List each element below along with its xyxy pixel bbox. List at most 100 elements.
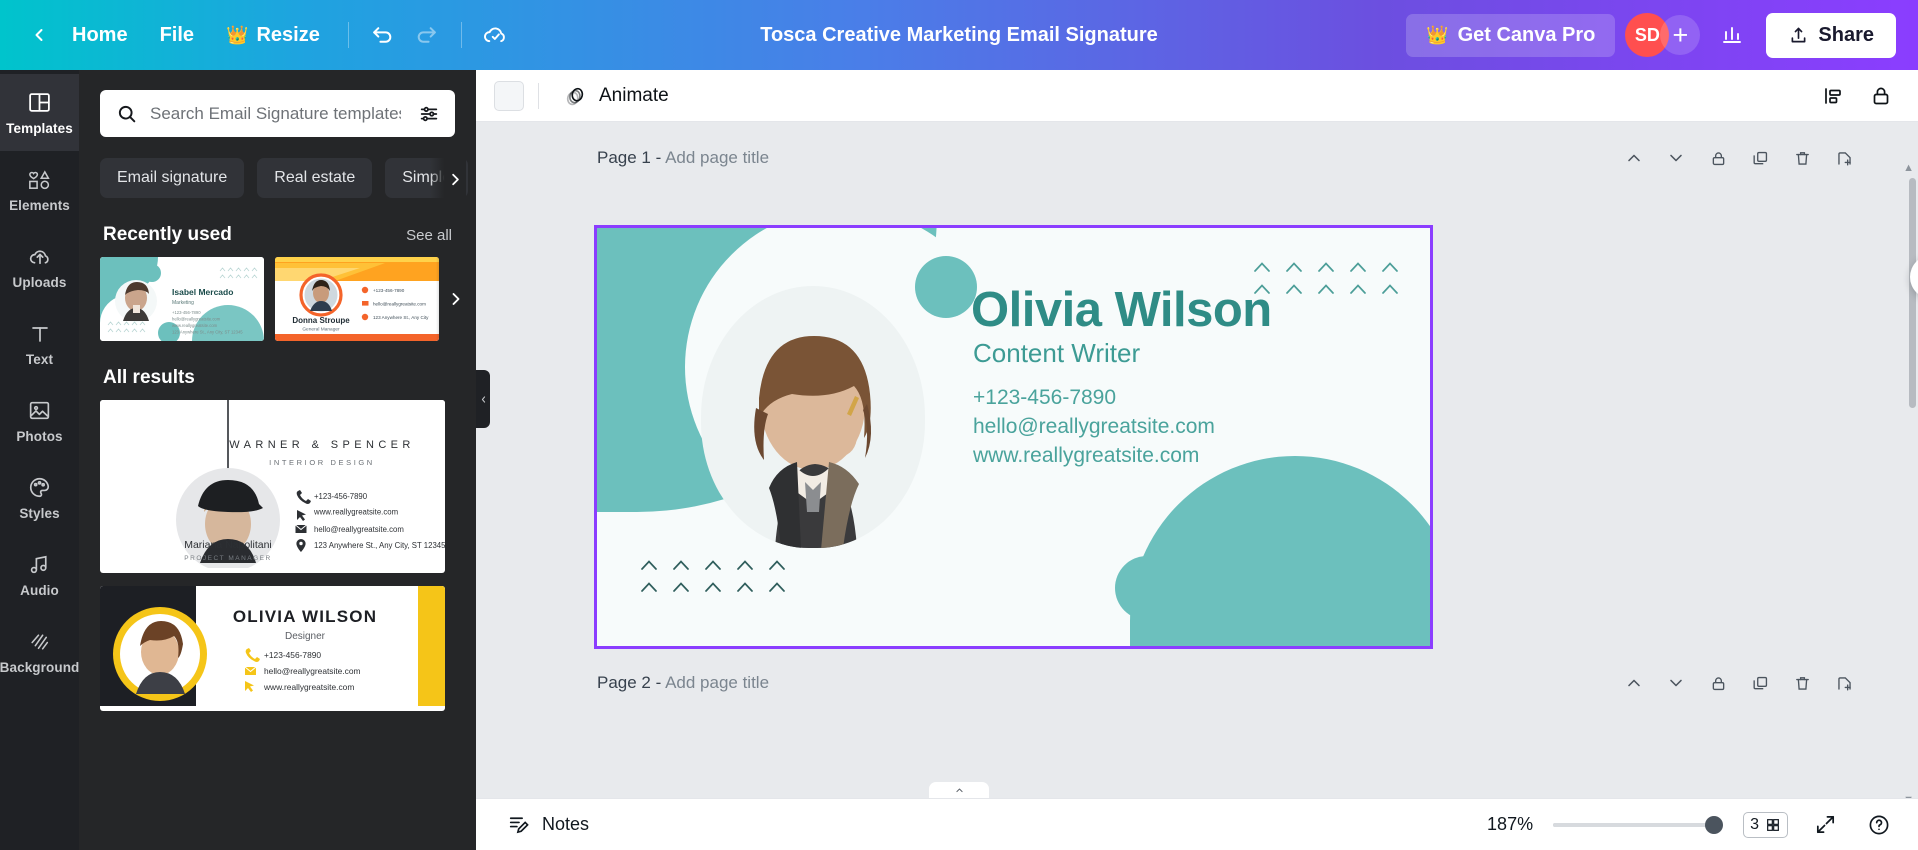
move-page-up-button[interactable] [1621,145,1647,171]
svg-text:hello@reallygreatsite.com: hello@reallygreatsite.com [264,666,361,676]
recent-template-2[interactable]: Donna Stroupe General Manager +123-456-7… [275,257,439,341]
zoom-level-value[interactable]: 187% [1471,814,1533,835]
zoom-slider-knob[interactable] [1705,815,1724,834]
canvas-scroll-area[interactable]: Page 1 - Add page title Olivia Wilson Co… [476,122,1918,850]
notes-button[interactable]: Notes [498,806,597,843]
filter-chips-row: Email signature Real estate Simple [79,137,476,198]
home-menu[interactable]: Home [56,17,144,54]
see-all-link[interactable]: See all [406,227,452,244]
cloud-save-status[interactable] [474,13,518,57]
chips-next-button[interactable] [430,158,466,198]
position-button[interactable] [1814,77,1852,115]
bar-chart-icon [1723,27,1742,43]
add-collaborator-button[interactable]: + [1660,15,1701,55]
help-button[interactable] [1862,808,1896,842]
sidebar-item-styles[interactable]: Styles [0,459,79,536]
chevron-up-icon [1350,284,1366,294]
search-input[interactable] [150,103,401,124]
delete-page-button[interactable] [1789,670,1815,696]
top-toolbar: Home File 👑 Resize Tosca Creative Market… [0,0,1918,70]
add-page-button[interactable] [1831,670,1857,696]
bottom-panel-collapse-tab[interactable] [929,782,989,798]
duplicate-page-button[interactable] [1747,145,1773,171]
move-page-down-button[interactable] [1663,670,1689,696]
resize-button[interactable]: 👑 Resize [210,17,336,54]
recently-used-strip: Isabel Mercado Marketing +123-456-7890 h… [79,257,476,341]
svg-text:123 Anywhere St., Any City, ST: 123 Anywhere St., Any City, ST 12345 [314,541,445,550]
page-1-title[interactable]: Page 1 - Add page title [597,148,769,168]
add-page-button[interactable] [1831,145,1857,171]
notes-label: Notes [542,814,590,834]
zoom-slider[interactable] [1553,815,1724,834]
undo-button[interactable] [361,13,405,57]
sidebar-item-audio[interactable]: Audio [0,536,79,613]
svg-text:+123-456-7890: +123-456-7890 [172,310,201,315]
sidebar-item-templates[interactable]: Templates [0,74,79,151]
top-toolbar-right: 👑 Get Canva Pro SD + Share [1406,12,1918,58]
bottom-toolbar-right: 187% 3 [1471,808,1896,842]
sidebar-label: Styles [19,505,60,521]
back-button[interactable] [22,18,56,52]
page-count-button[interactable]: 3 [1743,811,1788,838]
sidebar-item-text[interactable]: Text [0,305,79,382]
toolbar-divider-1 [347,22,349,48]
color-swatch-button[interactable] [494,80,524,111]
animate-button[interactable]: Animate [553,77,679,115]
svg-text:www.reallygreatsite.com: www.reallygreatsite.com [313,508,398,517]
undo-arrow-icon [373,26,392,43]
sidebar-item-photos[interactable]: Photos [0,382,79,459]
result-template-2[interactable]: OLIVIA WILSON Designer +123-456-7890 hel… [100,586,445,711]
context-divider [538,82,539,109]
svg-text:hello@reallygreatsite.com: hello@reallygreatsite.com [172,317,221,322]
chip-real-estate[interactable]: Real estate [257,158,373,198]
document-title[interactable]: Tosca Creative Marketing Email Signature [746,18,1172,53]
lock-icon [1712,151,1724,165]
get-canva-pro-button[interactable]: 👑 Get Canva Pro [1406,13,1616,57]
search-box[interactable] [100,90,455,137]
design-phone-text[interactable]: +123-456-7890 [973,386,1215,410]
design-email-text[interactable]: hello@reallygreatsite.com [973,415,1215,439]
cloud-upload-icon [27,244,53,270]
search-filter-button[interactable] [413,98,445,130]
chevron-up-icon [1628,679,1640,687]
design-name-text[interactable]: Olivia Wilson [971,282,1272,338]
design-role-text[interactable]: Content Writer [973,338,1140,369]
scroll-up-arrow-icon[interactable]: ▲ [1903,162,1914,174]
redo-button[interactable] [405,13,449,57]
chevron-up-icon [1382,262,1398,272]
lock-page-button[interactable] [1705,145,1731,171]
teal-blob-bottom-right [1130,456,1430,646]
file-menu[interactable]: File [144,17,210,54]
chevron-up-icon [673,582,689,592]
design-website-text[interactable]: www.reallygreatsite.com [973,444,1215,468]
notes-icon [509,817,529,834]
sidebar-item-background[interactable]: Background [0,613,79,690]
templates-panel: Email signature Real estate Simple Recen… [79,70,476,850]
move-page-up-button[interactable] [1621,670,1647,696]
result-template-1[interactable]: WARNER & SPENCER INTERIOR DESIGN Mariana… [100,400,445,573]
fullscreen-button[interactable] [1808,808,1842,842]
sidebar-item-uploads[interactable]: Uploads [0,228,79,305]
delete-page-button[interactable] [1789,145,1815,171]
duplicate-page-button[interactable] [1747,670,1773,696]
recent-template-1[interactable]: Isabel Mercado Marketing +123-456-7890 h… [100,257,264,341]
lock-page-button[interactable] [1705,670,1731,696]
svg-text:Donna Stroupe: Donna Stroupe [292,316,350,325]
svg-text:hello@reallygreatsite.com: hello@reallygreatsite.com [373,302,426,307]
recently-used-next-button[interactable] [436,257,476,341]
page-2-title[interactable]: Page 2 - Add page title [597,673,769,693]
chip-email-signature[interactable]: Email signature [100,158,245,198]
lock-button[interactable] [1862,77,1900,115]
share-button[interactable]: Share [1766,12,1896,58]
sidebar-item-elements[interactable]: Elements [0,151,79,228]
chevron-up-icon [641,582,657,592]
context-toolbar-right [1814,77,1900,115]
animate-circle-icon [566,87,584,105]
portrait-photo[interactable] [701,286,925,548]
panel-collapse-handle[interactable] [476,370,490,428]
resize-label: Resize [256,23,320,46]
insights-button[interactable] [1710,13,1754,57]
canvas-vertical-scrollbar[interactable] [1909,178,1916,408]
design-page-1[interactable]: Olivia Wilson Content Writer +123-456-78… [594,225,1433,649]
move-page-down-button[interactable] [1663,145,1689,171]
